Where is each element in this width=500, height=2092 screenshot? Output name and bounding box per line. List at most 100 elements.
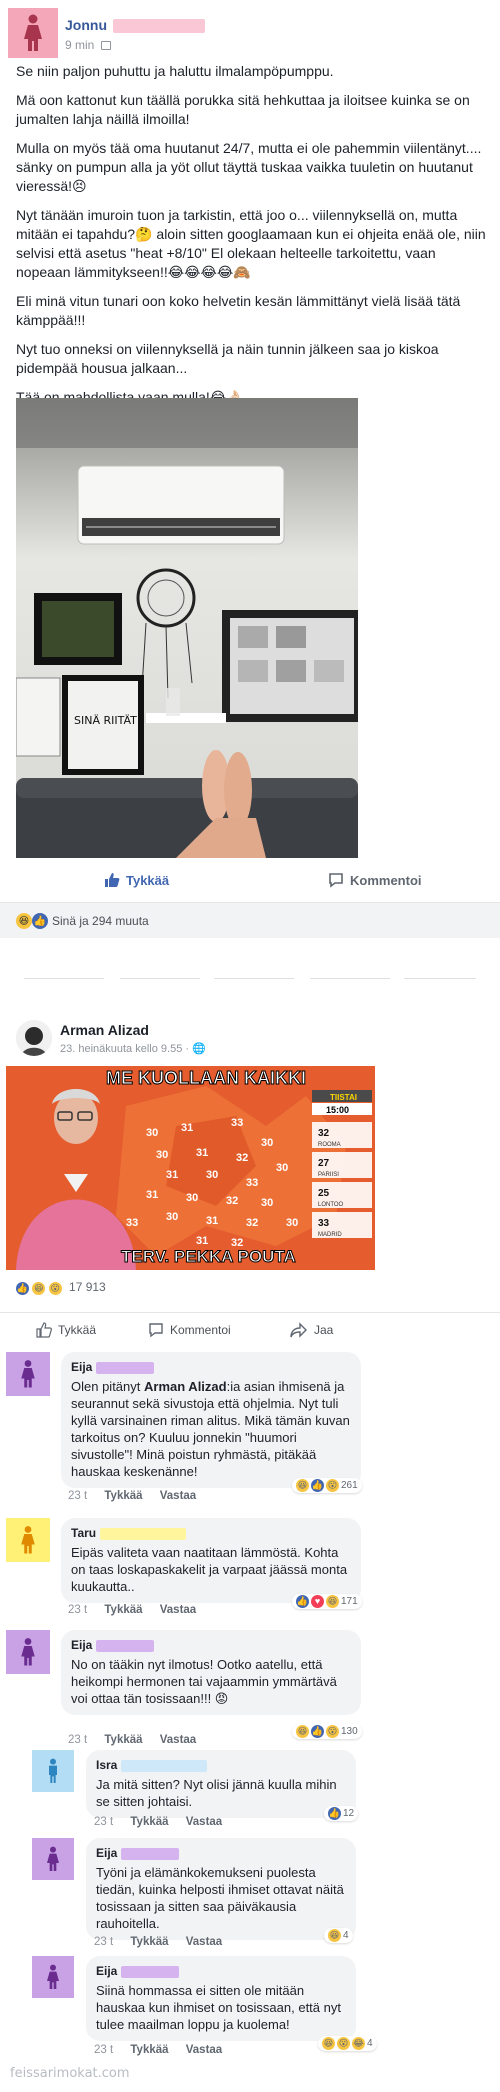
- comment-meta: 23 t Tykkää Vastaa: [94, 1816, 222, 1828]
- comment-button[interactable]: Kommentoi: [148, 1322, 231, 1338]
- commenter-name-text[interactable]: Eija: [96, 1963, 117, 1980]
- comment-text-part: Olen pitänyt: [71, 1379, 144, 1394]
- comment-reactions[interactable]: 😆 😮 😂 4: [318, 2036, 377, 2051]
- audience-icon: [100, 41, 111, 51]
- comment-button[interactable]: Kommentoi: [328, 872, 422, 888]
- avatar[interactable]: [8, 8, 58, 58]
- avatar[interactable]: [16, 1020, 52, 1056]
- map-temp: 31: [196, 1147, 208, 1159]
- commenter-name[interactable]: Eija: [96, 1963, 346, 1980]
- commenter-name-text[interactable]: Eija: [71, 1359, 92, 1376]
- avatar[interactable]: [32, 1750, 74, 1792]
- comment-time[interactable]: 23 t: [94, 1936, 113, 1948]
- haha-reaction-icon: 😆: [16, 913, 32, 929]
- comment-time[interactable]: 23 t: [94, 1816, 113, 1828]
- commenter-name[interactable]: Eija: [71, 1359, 351, 1376]
- comment-like-button[interactable]: Tykkää: [130, 1936, 168, 1948]
- commenter-name[interactable]: Eija: [71, 1637, 351, 1654]
- comment-like-button[interactable]: Tykkää: [104, 1604, 142, 1616]
- commenter-name[interactable]: Taru: [71, 1525, 351, 1542]
- map-temp: 30: [156, 1149, 168, 1161]
- reactions-summary[interactable]: 😆 👍 Sinä ja 294 muuta: [0, 902, 500, 938]
- comment-time[interactable]: 23 t: [68, 1734, 87, 1746]
- comment-like-button[interactable]: Tykkää: [130, 1816, 168, 1828]
- avatar[interactable]: [32, 1956, 74, 1998]
- weather-city-temp: 32: [318, 1128, 330, 1139]
- commenter-name-text[interactable]: Eija: [96, 1845, 117, 1862]
- comment-reactions[interactable]: 😆 4: [324, 1928, 353, 1943]
- comment-bubble: Eija Olen pitänyt Arman Alizad:ia asian …: [61, 1352, 361, 1488]
- comment-meta: 23 t Tykkää Vastaa: [68, 1734, 196, 1746]
- post-timestamp[interactable]: 23. heinäkuuta kello 9.55 · 🌐: [60, 1042, 206, 1055]
- comment-reactions[interactable]: 😆 👍 😮 130: [292, 1724, 362, 1739]
- map-temp: 30: [286, 1217, 298, 1229]
- divider: [310, 978, 390, 979]
- reaction-count[interactable]: 17 913: [69, 1280, 106, 1294]
- commenter-name[interactable]: Isra: [96, 1757, 346, 1774]
- comment-reply-button[interactable]: Vastaa: [186, 2044, 222, 2056]
- comment-time[interactable]: 23 t: [94, 2044, 113, 2056]
- commenter-name[interactable]: Eija: [96, 1845, 346, 1862]
- like-label[interactable]: Tykkää: [126, 873, 169, 888]
- watermark-text: feissarimokat.com: [10, 2066, 130, 2081]
- post-photo-meme[interactable]: 30 31 33 30 30 31 32 30 31 30 33 31 30 3…: [6, 1066, 375, 1270]
- comment-label[interactable]: Kommentoi: [350, 873, 422, 888]
- comment-time[interactable]: 23 t: [68, 1490, 87, 1502]
- post-action-bar: Tykkää Kommentoi: [16, 866, 500, 896]
- comment: Eija No on tääkin nyt ilmotus! Ootko aat…: [6, 1630, 500, 1746]
- commenter-name-text[interactable]: Eija: [71, 1637, 92, 1654]
- weather-city-temp: 25: [318, 1188, 330, 1199]
- commenter-name-text[interactable]: Taru: [71, 1525, 96, 1542]
- avatar[interactable]: [6, 1352, 50, 1396]
- comment-time[interactable]: 23 t: [68, 1604, 87, 1616]
- comment-label[interactable]: Kommentoi: [170, 1323, 231, 1337]
- comment-reply-button[interactable]: Vastaa: [186, 1816, 222, 1828]
- comment-like-button[interactable]: Tykkää: [104, 1490, 142, 1502]
- like-button[interactable]: Tykkää: [104, 872, 169, 888]
- avatar[interactable]: [32, 1838, 74, 1880]
- reactions-text[interactable]: Sinä ja 294 muuta: [52, 914, 149, 928]
- comment-reply-button[interactable]: Vastaa: [160, 1604, 196, 1616]
- comment-text: Työni ja elämänkokemukseni puolesta tied…: [96, 1865, 344, 1931]
- post-time-text[interactable]: 9 min: [65, 38, 94, 52]
- author-name[interactable]: Jonnu: [65, 17, 205, 34]
- post-photo[interactable]: SINÄ RIITÄT!: [16, 398, 358, 858]
- comment-reply-button[interactable]: Vastaa: [160, 1734, 196, 1746]
- map-temp: 30: [166, 1211, 178, 1223]
- map-temp: 33: [126, 1217, 138, 1229]
- comment-reactions[interactable]: 😆 👍 😮 261: [292, 1478, 362, 1493]
- author-name-text[interactable]: Jonnu: [65, 17, 107, 33]
- comment-like-button[interactable]: Tykkää: [130, 2044, 168, 2056]
- female-user-icon: [47, 1964, 59, 1989]
- haha-reaction-icon: 😆: [296, 1479, 309, 1492]
- meme-bottom-text: TERV. PEKKA POUTA: [121, 1247, 296, 1266]
- commenter-name-text[interactable]: Isra: [96, 1757, 117, 1774]
- author-name[interactable]: Arman Alizad: [60, 1022, 149, 1038]
- avatar[interactable]: [6, 1630, 50, 1674]
- share-label[interactable]: Jaa: [314, 1323, 333, 1337]
- reaction-count: 4: [343, 1930, 349, 1941]
- weather-city-name: LONTOO: [318, 1202, 344, 1208]
- comment-reply-button[interactable]: Vastaa: [186, 1936, 222, 1948]
- weather-city-name: PARIISI: [318, 1172, 339, 1178]
- post-timestamp[interactable]: 9 min: [65, 38, 111, 52]
- haha-reaction-icon: 😂: [352, 2037, 365, 2050]
- female-user-icon: [21, 1360, 35, 1388]
- comment-reactions[interactable]: 👍 12: [324, 1806, 359, 1821]
- comment-meta: 23 t Tykkää Vastaa: [94, 1936, 222, 1948]
- like-label[interactable]: Tykkää: [58, 1323, 96, 1337]
- comment-like-button[interactable]: Tykkää: [104, 1734, 142, 1746]
- divider: [120, 978, 200, 979]
- share-button[interactable]: Jaa: [290, 1322, 333, 1338]
- wall-sign-text: SINÄ RIITÄT!: [74, 714, 141, 727]
- mention-link[interactable]: Arman Alizad: [144, 1379, 227, 1394]
- comment-reactions[interactable]: 👍 ♥ 😆 171: [292, 1594, 362, 1609]
- like-reaction-icon: 👍: [16, 1282, 29, 1295]
- post-paragraph: Nyt tuo onneksi on viilennyksellä ja näi…: [16, 341, 439, 376]
- post-paragraph: Se niin paljon puhuttu ja haluttu ilmala…: [16, 63, 334, 79]
- like-button[interactable]: Tykkää: [36, 1322, 96, 1338]
- aircon-photo-illustration: SINÄ RIITÄT!: [16, 398, 358, 858]
- avatar[interactable]: [6, 1518, 50, 1562]
- comment-reply-button[interactable]: Vastaa: [160, 1490, 196, 1502]
- reactions-summary[interactable]: 👍 😆 😮 17 913: [16, 1280, 106, 1298]
